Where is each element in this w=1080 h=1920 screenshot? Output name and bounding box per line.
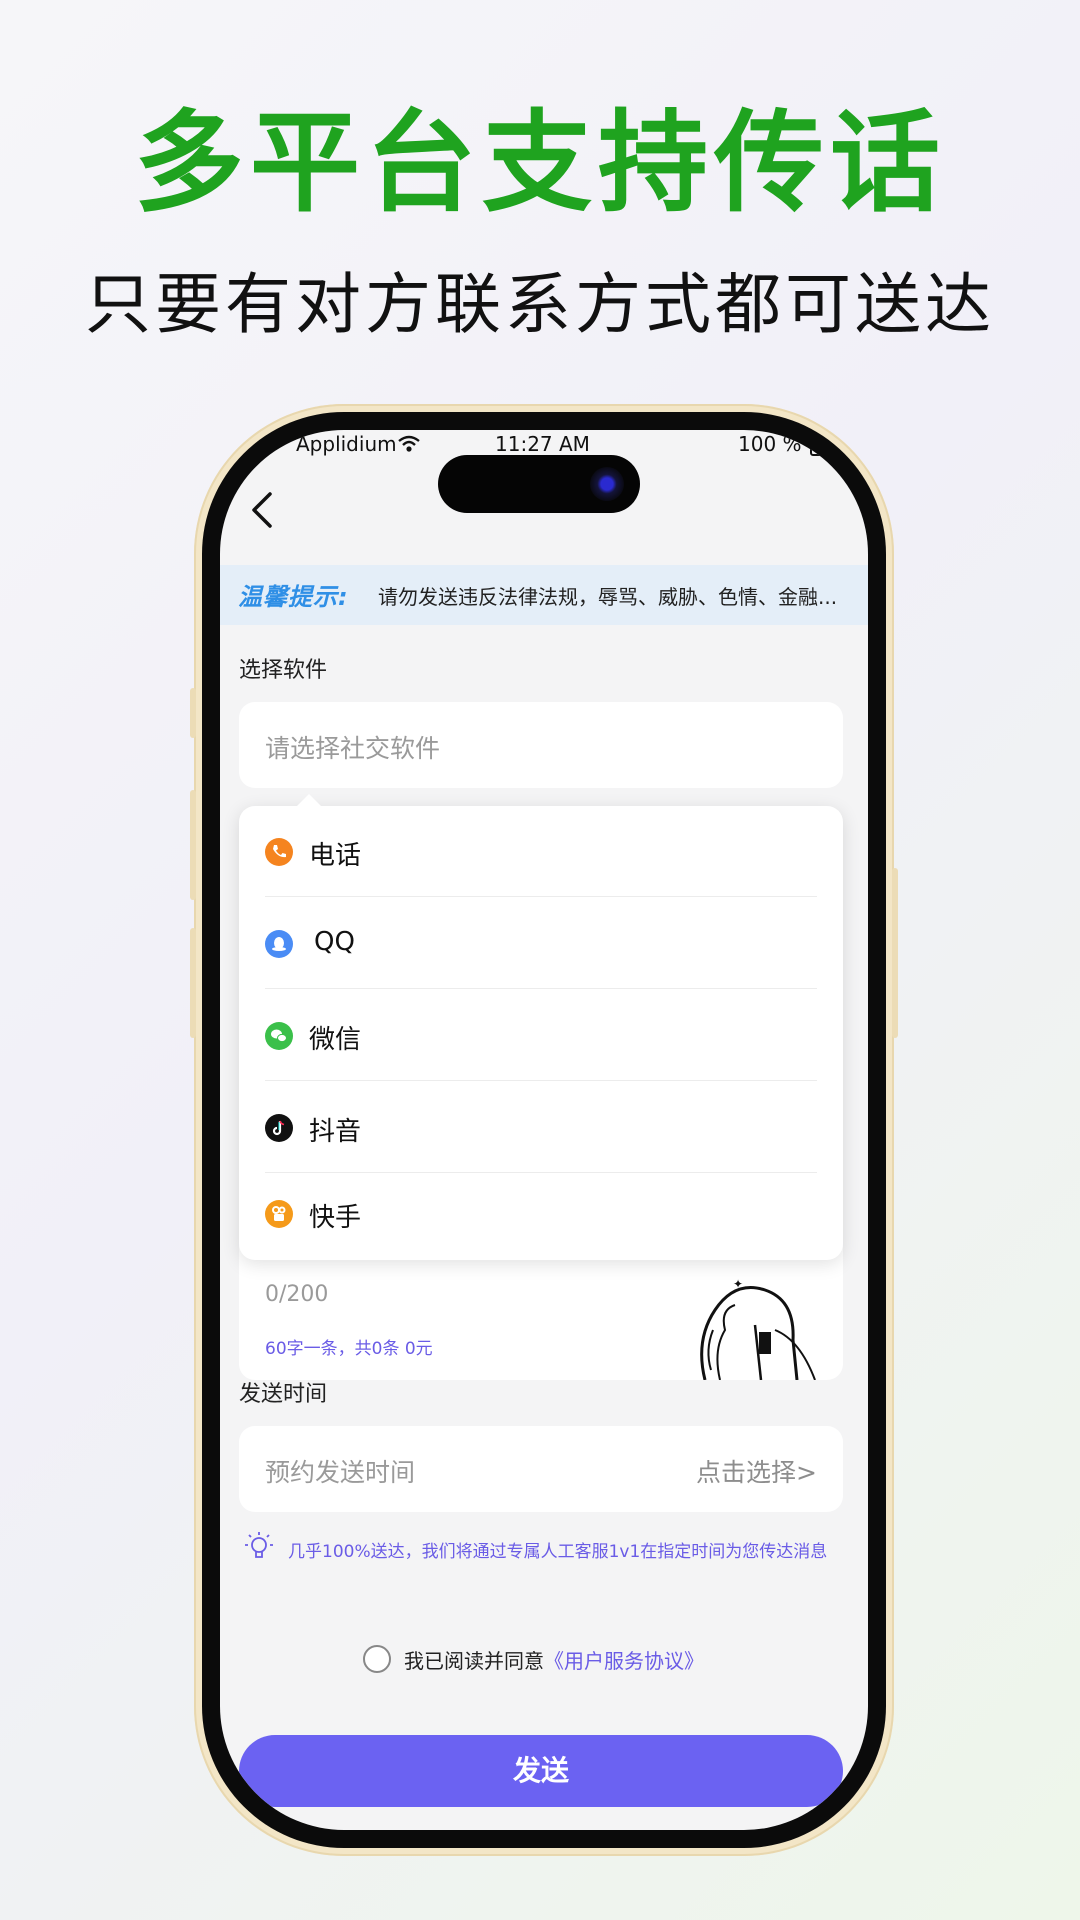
phone-volume-up (190, 790, 196, 900)
girl-illustration: ✦ (675, 1270, 825, 1381)
dropdown-option-label: 抖音 (309, 1117, 362, 1147)
back-icon[interactable] (248, 490, 278, 530)
douyin-icon (265, 1114, 293, 1142)
kuaishou-icon (265, 1200, 293, 1228)
send-time-label: 发送时间 (239, 1382, 328, 1407)
software-label: 选择软件 (239, 658, 328, 683)
camera-icon (590, 467, 624, 501)
price-note: 60字一条，共0条 0元 (265, 1339, 433, 1359)
phone-side-button (190, 688, 196, 738)
carrier-label: Applidium (296, 432, 397, 456)
send-time-picker[interactable]: 预约发送时间 点击选择> (239, 1426, 843, 1512)
dropdown-option-label: 快手 (309, 1203, 362, 1233)
notice-label: 温馨提示: (238, 583, 349, 611)
divider (265, 988, 817, 989)
battery-icon (810, 438, 844, 456)
dropdown-option-wechat[interactable]: 微信 (239, 990, 843, 1080)
divider (265, 1080, 817, 1081)
software-select[interactable]: 请选择社交软件 (239, 702, 843, 788)
dropdown-option-label: 微信 (309, 1025, 362, 1055)
dropdown-option-phone[interactable]: 电话 (239, 806, 843, 896)
phone-power-button (892, 868, 898, 1038)
wechat-icon (265, 1022, 293, 1050)
software-dropdown: 电话 QQ 微信 抖音 快手 (239, 794, 843, 1260)
dropdown-option-douyin[interactable]: 抖音 (239, 1082, 843, 1172)
qq-icon (265, 930, 293, 958)
status-time: 11:27 AM (495, 432, 590, 456)
dynamic-island (438, 455, 640, 513)
agreement-text: 我已阅读并同意《用户服务协议》 (404, 1645, 704, 1674)
user-agreement-link[interactable]: 《用户服务协议》 (544, 1649, 704, 1673)
promo-subline: 只要有对方联系方式都可送达 (85, 266, 995, 343)
dropdown-option-qq[interactable]: QQ (239, 898, 843, 988)
dropdown-option-label: 电话 (309, 841, 362, 871)
signal-icon: ○○ (256, 434, 281, 450)
select-time-link[interactable]: 点击选择> (696, 1453, 817, 1489)
lightbulb-icon (244, 1530, 274, 1564)
send-time-placeholder: 预约发送时间 (265, 1458, 416, 1487)
divider (265, 896, 817, 897)
send-button[interactable]: 发送 (239, 1735, 843, 1807)
svg-text:✦: ✦ (733, 1277, 743, 1291)
dropdown-caret (297, 794, 321, 806)
dropdown-option-kuaishou[interactable]: 快手 (239, 1168, 843, 1258)
battery-label: 100 % (738, 432, 802, 456)
agreement-checkbox[interactable] (363, 1645, 391, 1673)
promo-headline: 多平台支持传话 (134, 99, 946, 227)
wifi-icon (398, 434, 420, 458)
app-screen: ○○ Applidium 11:27 AM 100 % 温馨提示: 请勿发送违反… (220, 430, 868, 1830)
dropdown-option-label: QQ (314, 927, 355, 957)
notice-banner: 温馨提示: 请勿发送违反法律法规，辱骂、威胁、色情、金融... (220, 565, 868, 625)
char-counter: 0/200 (265, 1282, 329, 1307)
software-select-placeholder: 请选择社交软件 (265, 734, 441, 763)
phone-volume-down (190, 928, 196, 1038)
delivery-tip: 几乎100%送达，我们将通过专属人工客服1v1在指定时间为您传达消息 (288, 1542, 828, 1562)
phone-icon (265, 838, 293, 866)
notice-text: 请勿发送违反法律法规，辱骂、威胁、色情、金融... (378, 585, 838, 609)
agreement-prefix: 我已阅读并同意 (404, 1649, 544, 1673)
